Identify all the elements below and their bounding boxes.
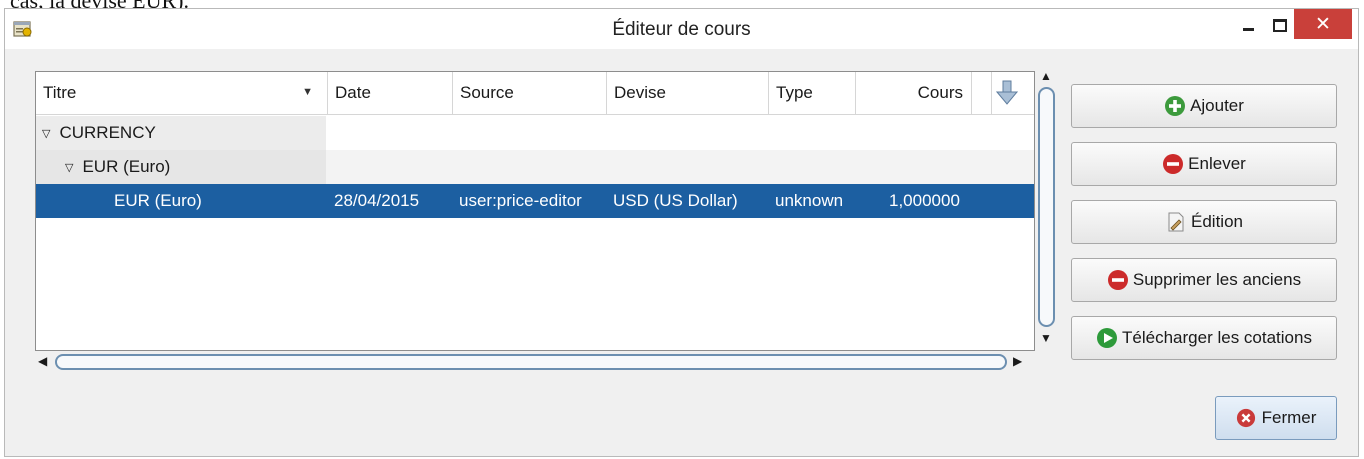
cell-rate: 1,000000 [889,191,960,210]
minus-circle-icon [1163,154,1184,174]
table-row[interactable]: ▽ EUR (Euro) [36,150,1034,184]
minimize-button[interactable] [1231,9,1265,41]
button-label: Fermer [1261,408,1317,427]
table-row[interactable]: ▽ CURRENCY [36,116,1034,150]
scroll-left-icon[interactable]: ◀ [38,354,47,368]
dropdown-arrow-icon: ▼ [302,86,313,98]
title-bar: Éditeur de cours ✕ [5,9,1358,49]
button-label: Supprimer les anciens [1132,270,1302,289]
minus-circle-icon [1107,270,1128,290]
vertical-scroll-thumb[interactable] [1038,87,1055,327]
scroll-down-icon[interactable]: ▼ [1040,331,1052,345]
cut-off-text: cas, la devise EUR). [10,0,189,8]
plus-circle-icon [1165,96,1186,116]
price-editor-window: Éditeur de cours ✕ Titre ▼ Date Source D… [4,8,1359,457]
button-label: Ajouter [1190,96,1244,115]
column-header-date[interactable]: Date [328,72,453,114]
cell-type: unknown [775,191,844,210]
edit-button[interactable]: Édition [1071,200,1337,244]
down-arrow-icon[interactable] [996,80,1018,106]
document-pencil-icon [1168,212,1184,232]
cell-source: user:price-editor [459,191,582,210]
column-label: Cours [917,83,963,102]
row-title-cell: ▽ CURRENCY [42,116,156,150]
button-label: Édition [1191,212,1243,231]
maximize-icon [1273,18,1287,32]
column-header-rate[interactable]: Cours [856,72,972,114]
scroll-up-icon[interactable]: ▲ [1040,69,1052,83]
close-button[interactable]: Fermer [1215,396,1337,440]
price-table: Titre ▼ Date Source Devise Type Cours ▽ … [35,71,1035,351]
button-label: Télécharger les cotations [1122,328,1312,347]
group-label: CURRENCY [59,123,156,142]
column-label: Source [460,83,514,102]
delete-old-button[interactable]: Supprimer les anciens [1071,258,1337,302]
column-label: Titre [43,83,77,102]
window-title: Éditeur de cours [612,19,751,40]
play-circle-icon [1097,328,1118,348]
cell-title: EUR (Euro) [114,191,202,210]
close-window-button[interactable]: ✕ [1294,9,1352,39]
column-header-source[interactable]: Source [453,72,607,114]
horizontal-scroll-thumb[interactable] [55,354,1007,370]
maximize-button[interactable] [1265,9,1295,41]
cell-currency: USD (US Dollar) [613,191,738,210]
table-row-selected[interactable]: EUR (Euro) 28/04/2015 user:price-editor … [36,184,1034,218]
column-label: Date [335,83,371,102]
group-label: EUR (Euro) [82,157,171,176]
download-quotes-button[interactable]: Télécharger les cotations [1071,316,1337,360]
remove-button[interactable]: Enlever [1071,142,1337,186]
column-label: Devise [614,83,666,102]
vertical-scrollbar[interactable]: ▲ ▼ [1037,69,1057,351]
expand-triangle-icon[interactable]: ▽ [42,128,50,140]
x-circle-icon [1236,408,1255,428]
column-header-spacer [972,72,992,114]
table-header: Titre ▼ Date Source Devise Type Cours [36,72,1034,115]
minimize-icon [1242,27,1254,31]
column-label: Type [776,83,813,102]
document-text-fragment: cas, la devise EUR). [0,0,1364,8]
row-title-cell: ▽ EUR (Euro) [65,150,170,184]
button-label: Enlever [1188,154,1246,173]
column-header-type[interactable]: Type [769,72,856,114]
expand-triangle-icon[interactable]: ▽ [65,162,73,174]
close-icon: ✕ [1315,13,1331,35]
horizontal-scrollbar[interactable]: ◀ ▶ [35,353,1033,373]
column-header-title[interactable]: Titre ▼ [36,72,328,114]
cell-date: 28/04/2015 [334,191,420,210]
scroll-right-icon[interactable]: ▶ [1013,354,1022,368]
column-header-currency[interactable]: Devise [607,72,769,114]
add-button[interactable]: Ajouter [1071,84,1337,128]
